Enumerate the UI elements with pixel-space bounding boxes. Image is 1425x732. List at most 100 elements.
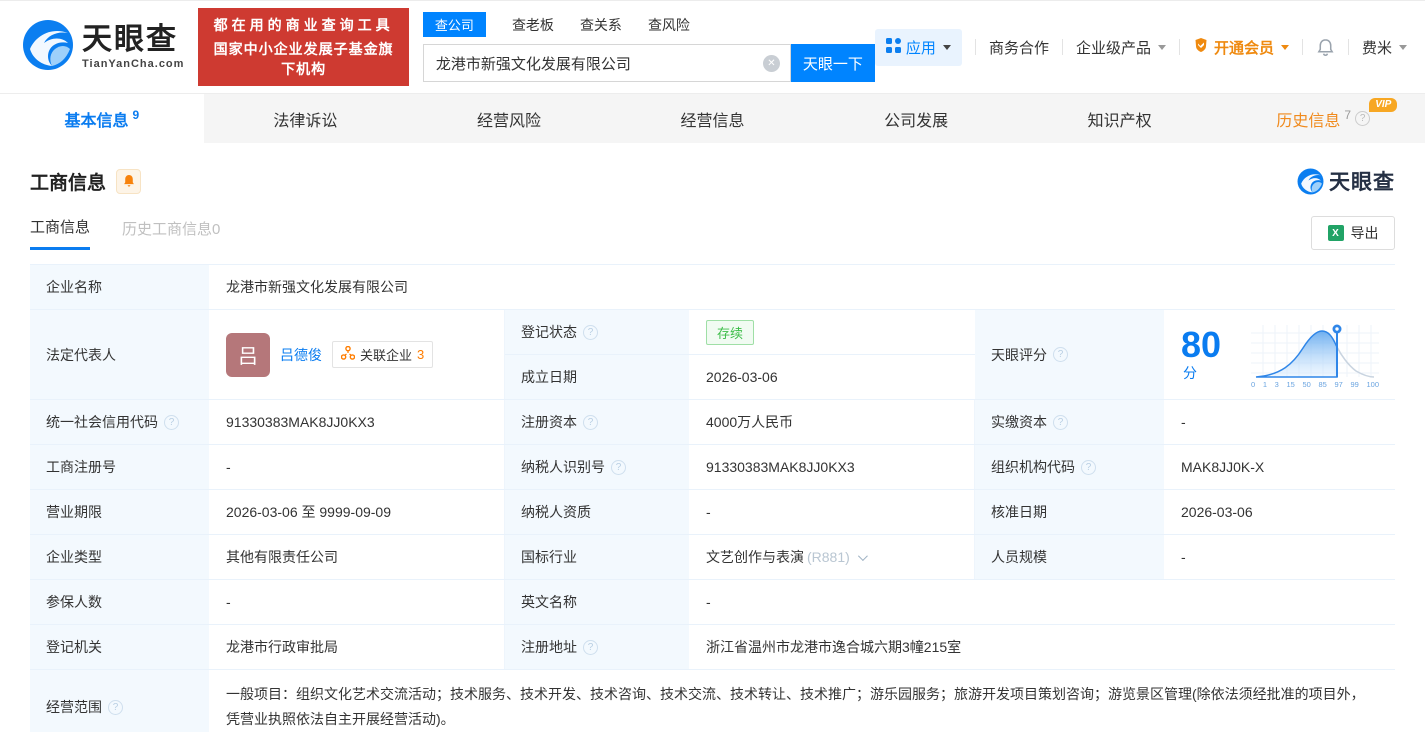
table-row: 统一社会信用代码? 91330383MAK8JJ0KX3 注册资本? 4000万… — [30, 400, 1395, 445]
staff-size-value: - — [1165, 535, 1395, 579]
insured-count-value: - — [210, 580, 505, 624]
legal-rep-link[interactable]: 吕德俊 — [280, 345, 322, 365]
search-input[interactable] — [435, 54, 763, 72]
search-box: ✕ — [422, 44, 791, 82]
taxpayer-quality-value: - — [690, 490, 975, 534]
monitor-bell-icon[interactable] — [116, 168, 142, 194]
logo-domain-text: TianYanCha.com — [82, 57, 185, 70]
tianyancha-logo[interactable]: 天眼查 TianYanCha.com — [22, 19, 184, 76]
table-row: 法定代表人 吕 吕德俊 关联企业 3 登记状态 ? 存续 成立日期 2026-0… — [30, 310, 1395, 400]
header-right-nav: 应用 商务合作 企业级产品 开通会员 费米 — [874, 28, 1407, 66]
help-icon[interactable]: ? — [583, 639, 598, 655]
help-icon[interactable]: ? — [1355, 111, 1371, 126]
help-icon[interactable]: ? — [1053, 347, 1068, 362]
field-label: 营业期限 — [30, 490, 210, 534]
logo-brand-text: 天眼查 — [82, 22, 178, 56]
field-label: 工商注册号 — [30, 445, 210, 489]
tab-operation-info[interactable]: 经营信息 — [611, 94, 815, 143]
help-icon[interactable]: ? — [164, 414, 179, 430]
score-value: 80 — [1181, 323, 1222, 365]
help-icon[interactable]: ? — [583, 414, 598, 430]
tab-company-development[interactable]: 公司发展 — [814, 94, 1018, 143]
chevron-down-icon — [1280, 44, 1289, 50]
table-row: 登记状态 ? 存续 — [505, 310, 975, 355]
search-button[interactable]: 天眼一下 — [790, 44, 875, 82]
divider — [974, 39, 976, 55]
section-title: 工商信息 — [30, 172, 107, 194]
subtab-history-business-info[interactable]: 历史工商信息0 — [122, 218, 220, 249]
clear-icon[interactable]: ✕ — [762, 54, 780, 72]
company-name-value: 龙港市新强文化发展有限公司 — [210, 265, 1395, 309]
help-icon[interactable]: ? — [611, 459, 626, 475]
tab-legal-proceedings[interactable]: 法律诉讼 — [204, 94, 408, 143]
tianyancha-watermark: 天眼查 — [1297, 166, 1395, 196]
chevron-down-icon — [942, 44, 951, 50]
field-label: 纳税人识别号? — [505, 445, 690, 489]
subtab-business-info[interactable]: 工商信息 — [30, 216, 91, 250]
industry-value[interactable]: 文艺创作与表演 (R881) — [690, 535, 975, 579]
apps-grid-icon — [885, 37, 901, 57]
tab-operation-risk[interactable]: 经营风险 — [407, 94, 611, 143]
search-tab-relation[interactable]: 查关系 — [580, 15, 622, 35]
field-label: 登记机关 — [30, 625, 210, 669]
slogan-banner: 都在用的商业查询工具 国家中小企业发展子基金旗下机构 — [198, 8, 409, 86]
table-row: 企业类型 其他有限责任公司 国标行业 文艺创作与表演 (R881) 人员规模 - — [30, 535, 1395, 580]
status-badge: 存续 — [706, 319, 755, 345]
field-label: 参保人数 — [30, 580, 210, 624]
reg-address-value: 浙江省温州市龙港市逸合城六期3幢215室 — [690, 625, 1395, 669]
business-term-value: 2026-03-06 至 9999-09-09 — [210, 490, 505, 534]
enterprise-products-menu[interactable]: 企业级产品 — [1076, 37, 1166, 58]
chevron-down-icon — [857, 550, 868, 561]
tab-basic-info[interactable]: 基本信息 9 — [0, 94, 204, 143]
field-label: 人员规模 — [975, 535, 1165, 579]
reg-authority-value: 龙港市行政审批局 — [210, 625, 505, 669]
field-label: 经营范围? — [30, 670, 210, 732]
apps-label: 应用 — [905, 39, 936, 57]
help-icon[interactable]: ? — [1081, 459, 1096, 475]
business-info-section: 工商信息 天眼查 工商信息 历史工商信息0 X 导出 企业名称 龙港市新强文化发… — [0, 166, 1425, 732]
related-companies-badge[interactable]: 关联企业 3 — [332, 341, 434, 368]
search-tab-risk[interactable]: 查风险 — [648, 15, 690, 35]
apps-menu[interactable]: 应用 — [874, 28, 962, 66]
field-label: 统一社会信用代码? — [30, 400, 210, 444]
table-row: 登记机关 龙港市行政审批局 注册地址? 浙江省温州市龙港市逸合城六期3幢215室 — [30, 625, 1395, 670]
search-tab-boss[interactable]: 查老板 — [512, 15, 554, 35]
table-row: 工商注册号 - 纳税人识别号? 91330383MAK8JJ0KX3 组织机构代… — [30, 445, 1395, 490]
table-row: 企业名称 龙港市新强文化发展有限公司 — [30, 265, 1395, 310]
field-label: 核准日期 — [975, 490, 1165, 534]
tab-intellectual-property[interactable]: 知识产权 — [1018, 94, 1222, 143]
reg-number-value: - — [210, 445, 505, 489]
tianyan-score-cell: 80分 0 1 3 15 50 85 97 99 100 — [1165, 310, 1395, 399]
divider — [1178, 39, 1180, 55]
business-scope-value: 一般项目：组织文化艺术交流活动；技术服务、技术开发、技术咨询、技术交流、技术转让… — [210, 670, 1395, 732]
tab-history-info[interactable]: VIP 历史信息 7 ? — [1221, 94, 1425, 143]
reg-capital-value: 4000万人民币 — [690, 400, 975, 444]
header: 天眼查 TianYanCha.com 都在用的商业查询工具 国家中小企业发展子基… — [0, 1, 1425, 93]
score-axis-labels: 01 3 15 50 85 97 99 100 — [1251, 379, 1379, 389]
help-icon[interactable]: ? — [583, 324, 598, 340]
notification-bell-icon[interactable] — [1316, 38, 1335, 57]
field-label: 纳税人资质 — [505, 490, 690, 534]
field-label: 企业名称 — [30, 265, 210, 309]
vip-badge: VIP — [1369, 98, 1398, 112]
business-info-table: 企业名称 龙港市新强文化发展有限公司 法定代表人 吕 吕德俊 关联企业 3 登记… — [30, 264, 1395, 732]
field-label: 企业类型 — [30, 535, 210, 579]
field-label: 英文名称 — [505, 580, 690, 624]
search-tab-company[interactable]: 查公司 — [422, 12, 486, 37]
page: 天眼查 TianYanCha.com 都在用的商业查询工具 国家中小企业发展子基… — [0, 0, 1425, 732]
open-vip-menu[interactable]: 开通会员 — [1193, 37, 1289, 58]
user-account-menu[interactable]: 费米 — [1362, 37, 1407, 58]
taxpayer-id-value: 91330383MAK8JJ0KX3 — [690, 445, 975, 489]
divider — [1061, 39, 1063, 55]
help-icon[interactable]: ? — [108, 699, 123, 715]
field-label: 国标行业 — [505, 535, 690, 579]
field-label: 天眼评分 ? — [975, 310, 1165, 399]
field-label: 成立日期 — [505, 355, 690, 399]
business-cooperation-link[interactable]: 商务合作 — [989, 37, 1049, 58]
avatar[interactable]: 吕 — [226, 332, 270, 377]
company-tab-bar: 基本信息 9 法律诉讼 经营风险 经营信息 公司发展 知识产权 VIP 历史信息… — [0, 93, 1425, 143]
industry-code: (R881) — [807, 549, 850, 565]
field-label: 组织机构代码? — [975, 445, 1165, 489]
help-icon[interactable]: ? — [1053, 414, 1068, 430]
export-button[interactable]: X 导出 — [1311, 216, 1395, 250]
